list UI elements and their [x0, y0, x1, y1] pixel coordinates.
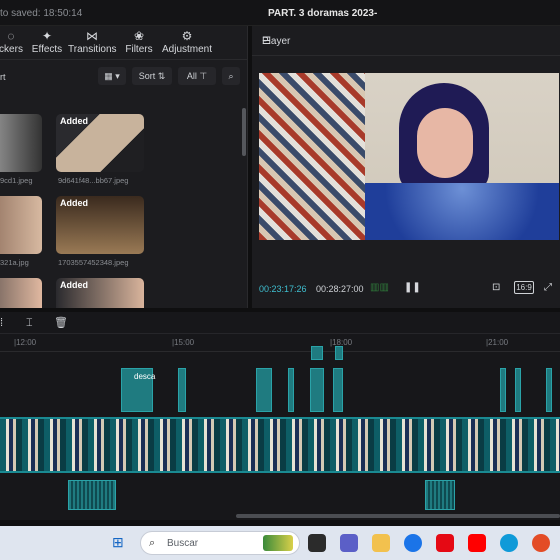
media-scrollbar[interactable] [242, 108, 246, 156]
media-thumb[interactable] [0, 196, 42, 254]
adjustment-icon: ⚙ [181, 29, 193, 43]
windows-start-icon[interactable]: ⊞ [112, 534, 124, 551]
media-thumb[interactable] [0, 278, 42, 308]
overlay-track: desca [0, 346, 560, 416]
fullscreen-crop-icon[interactable]: ⊡ [492, 282, 500, 293]
sort-icon: ⇅ [157, 71, 166, 81]
timeline-panel: ⁞ ⌶ 🗑 |12:00 |15:00 |18:00 |21:00 desca [0, 312, 560, 520]
clip[interactable] [333, 368, 343, 412]
tab-adjustment[interactable]: ⚙ Adjustment [160, 28, 214, 55]
clip[interactable] [546, 368, 552, 412]
media-toolbar: rt ▦ ▾ Sort ⇅ All ⊤ ⌕ [0, 64, 248, 90]
clip[interactable] [515, 368, 521, 412]
title-bar: to saved: 18:50:14 PART. 3 doramas 2023- [0, 0, 560, 26]
media-caption: 9d641f48...bb67.jpeg [58, 176, 129, 185]
netflix-icon[interactable] [436, 534, 454, 552]
teams-icon[interactable] [340, 534, 358, 552]
autosave-status: to saved: 18:50:14 [0, 8, 83, 19]
clip[interactable] [178, 368, 186, 412]
tab-effects[interactable]: ✦ Effects [30, 28, 64, 55]
expand-icon[interactable]: ⤢ [544, 282, 552, 293]
collage-image [259, 73, 365, 240]
panel-tabs: ◌ ckers ✦ Effects ⋈ Transitions ❀ Filters ⚙ A… [0, 26, 248, 60]
clip[interactable] [335, 346, 343, 360]
pause-button[interactable]: ❚❚ [404, 282, 421, 293]
media-thumb[interactable]: Added [56, 278, 144, 308]
media-grid: 9cd1.jpeg Added 9d641f48...bb67.jpeg 321… [0, 98, 240, 308]
clip[interactable] [500, 368, 506, 412]
taskbar-search[interactable]: ⌕ Buscar [140, 531, 300, 555]
media-thumb[interactable]: Added [56, 196, 144, 254]
split-icon[interactable]: ⌶ [26, 317, 33, 330]
clip[interactable] [311, 346, 323, 360]
main-video-track[interactable] [0, 417, 560, 473]
filter-all-button[interactable]: All ⊤ [178, 67, 216, 85]
clip[interactable] [288, 368, 294, 412]
media-caption: 1703557452348.jpeg [58, 258, 129, 267]
search-icon: ⌕ [228, 71, 234, 81]
browser-icon[interactable] [500, 534, 518, 552]
search-icon: ⌕ [149, 537, 156, 549]
sort-button[interactable]: Sort ⇅ [132, 67, 172, 85]
sticker-icon: ◌ [7, 29, 15, 43]
media-thumb[interactable] [0, 114, 42, 172]
tab-stickers[interactable]: ◌ ckers [0, 28, 26, 55]
tab-transitions[interactable]: ⋈ Transitions [68, 28, 117, 55]
delete-icon[interactable]: 🗑 [54, 316, 68, 329]
taskbar: ⊞ ⌕ Buscar [0, 526, 560, 560]
current-time: 00:23:17:26 [259, 284, 307, 294]
audio-clip[interactable] [425, 480, 455, 510]
select-icon[interactable]: ⁞ [0, 317, 3, 329]
total-time: 00:28:27:00 [316, 284, 364, 294]
youtube-icon[interactable] [468, 534, 486, 552]
view-toggle-button[interactable]: ▦ ▾ [98, 67, 126, 85]
project-title: PART. 3 doramas 2023- [268, 8, 378, 19]
timeline-scrollbar[interactable] [236, 514, 560, 518]
chrome-icon[interactable] [532, 534, 550, 552]
video-preview[interactable] [259, 73, 559, 240]
audio-track [0, 480, 560, 514]
edge-icon[interactable] [404, 534, 422, 552]
clip[interactable] [310, 368, 324, 412]
clip[interactable]: desca [121, 368, 155, 412]
player-header: Player ☰ [252, 26, 560, 56]
grid-icon: ▦ ▾ [104, 71, 120, 81]
media-panel: ◌ ckers ✦ Effects ⋈ Transitions ❀ Filters ⚙ A… [0, 26, 248, 308]
media-caption: 321a.jpg [0, 258, 29, 267]
search-button[interactable]: ⌕ [222, 67, 240, 85]
clip[interactable] [256, 368, 272, 412]
player-panel: Player ☰ 00:23:17:26 00:28:27:00 ▥▥ ❚❚ ⊡… [252, 26, 560, 308]
search-highlight-image [263, 535, 293, 551]
import-label[interactable]: rt [0, 72, 6, 82]
task-view-icon[interactable] [308, 534, 326, 552]
media-caption: 9cd1.jpeg [0, 176, 33, 185]
filters-icon: ❀ [133, 29, 145, 43]
tab-filters[interactable]: ❀ Filters [122, 28, 156, 55]
waveform-icon[interactable]: ▥▥ [370, 282, 389, 293]
filter-icon: ⊤ [199, 71, 208, 81]
transitions-icon: ⋈ [86, 29, 98, 43]
audio-clip[interactable] [68, 480, 116, 510]
menu-icon[interactable]: ☰ [262, 36, 550, 47]
file-explorer-icon[interactable] [372, 534, 390, 552]
aspect-ratio-button[interactable]: 16:9 [514, 281, 534, 294]
timeline-toolbar: ⁞ ⌶ 🗑 [0, 312, 560, 334]
media-thumb[interactable]: Added [56, 114, 144, 172]
player-controls: 00:23:17:26 00:28:27:00 ▥▥ ❚❚ ⊡ 16:9 ⤢ [252, 276, 560, 300]
effects-icon: ✦ [41, 29, 53, 43]
